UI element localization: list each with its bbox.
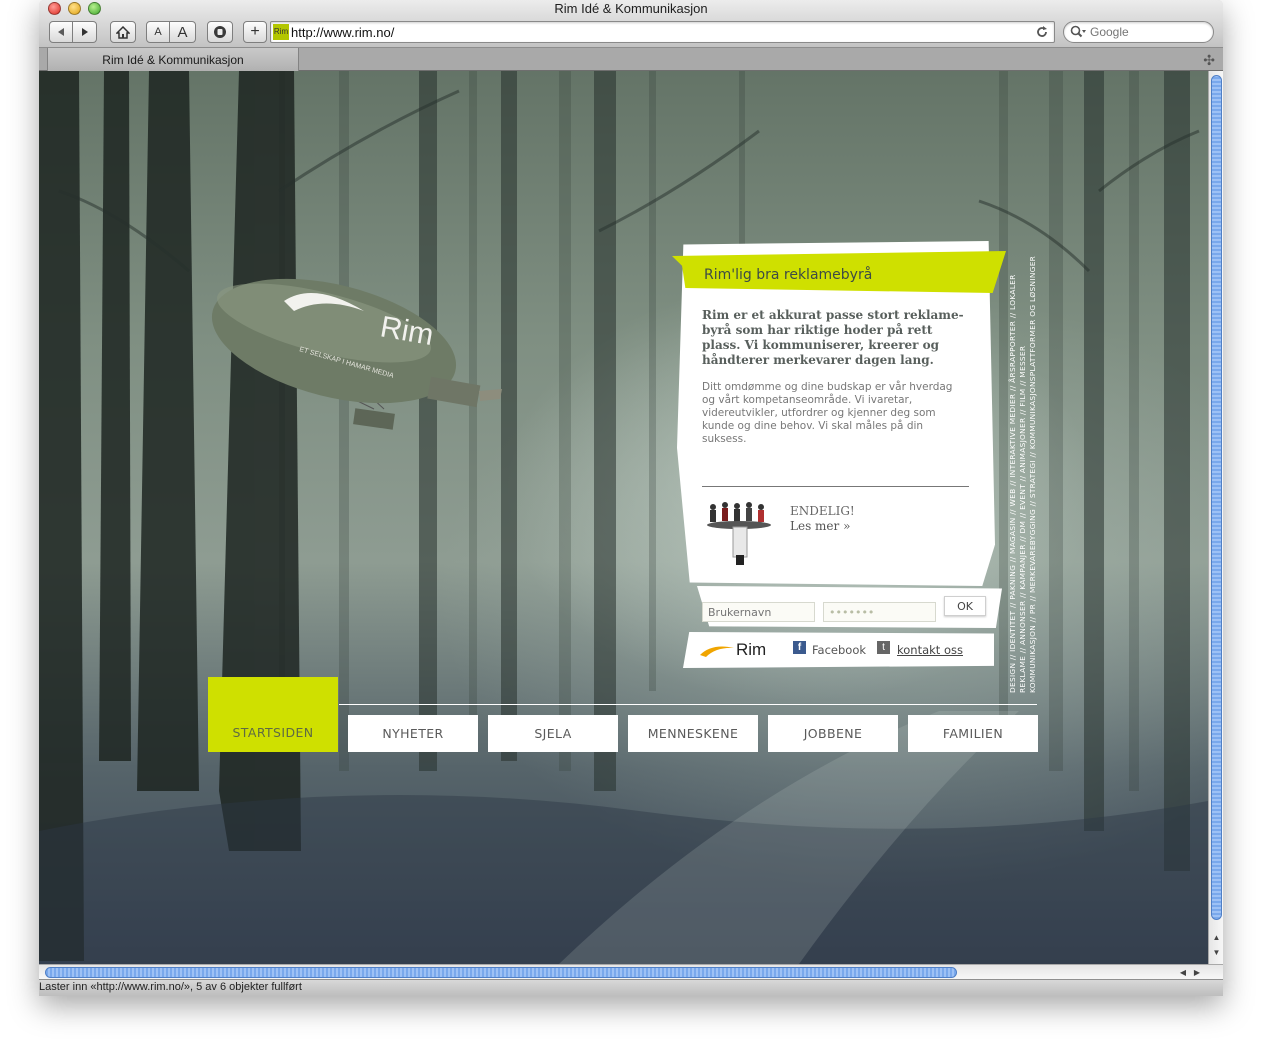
forward-arrow-icon bbox=[81, 28, 88, 36]
stop-icon bbox=[214, 26, 226, 38]
window-title: Rim Idé & Kommunikasjon bbox=[554, 1, 708, 16]
scroll-down-icon[interactable]: ▼ bbox=[1211, 948, 1222, 958]
add-bookmark-button[interactable]: + bbox=[243, 21, 267, 43]
text-bigger-button[interactable]: A bbox=[170, 21, 196, 43]
services-line-1: DESIGN // IDENTITET // PAKNING // MAGASI… bbox=[1008, 274, 1017, 693]
horizontal-scroll-thumb[interactable] bbox=[45, 967, 957, 978]
vertical-scroll-thumb[interactable] bbox=[1211, 75, 1222, 920]
scroll-right-icon[interactable]: ▶ bbox=[1191, 967, 1203, 978]
contact-link[interactable]: kontakt oss bbox=[897, 643, 963, 657]
facebook-link[interactable]: Facebook bbox=[812, 643, 866, 657]
back-button[interactable] bbox=[49, 21, 73, 43]
body-text: Ditt omdømme og dine budskap er vår hver… bbox=[702, 381, 953, 445]
tab-strip: Rim Idé & Kommunikasjon ✣ bbox=[39, 48, 1223, 71]
contact-icon[interactable]: t bbox=[877, 641, 890, 654]
address-bar[interactable]: Rim http://www.rim.no/ bbox=[270, 21, 1055, 43]
status-text: Laster inn «http://www.rim.no/», 5 av 6 … bbox=[39, 981, 302, 993]
site-favicon: Rim bbox=[273, 24, 289, 40]
vertical-scrollbar[interactable]: ▲ ▼ bbox=[1208, 71, 1223, 964]
search-input[interactable] bbox=[1090, 25, 1200, 39]
card-title: Rim'lig bra reklamebyrå bbox=[704, 267, 873, 283]
url-text[interactable]: http://www.rim.no/ bbox=[291, 25, 394, 40]
status-bar: Laster inn «http://www.rim.no/», 5 av 6 … bbox=[39, 979, 1223, 996]
password-input[interactable] bbox=[823, 602, 936, 622]
home-button[interactable] bbox=[110, 21, 136, 43]
tab-rim[interactable]: Rim Idé & Kommunikasjon bbox=[47, 48, 299, 71]
home-icon bbox=[116, 25, 130, 39]
rim-logo[interactable]: Rim bbox=[700, 639, 770, 659]
nav-startsiden[interactable]: STARTSIDEN bbox=[208, 677, 338, 752]
teaser-image[interactable] bbox=[703, 497, 775, 565]
nav-nyheter[interactable]: NYHETER bbox=[348, 715, 478, 752]
forward-button[interactable] bbox=[73, 21, 97, 43]
username-input[interactable] bbox=[702, 602, 815, 622]
nav-sjela[interactable]: SJELA bbox=[488, 715, 618, 752]
nav-divider bbox=[339, 704, 1037, 705]
intro-text: Rim er et akkurat passe stort reklame-by… bbox=[702, 308, 964, 367]
nav-jobbene[interactable]: JOBBENE bbox=[768, 715, 898, 752]
stop-button[interactable] bbox=[207, 21, 233, 43]
scroll-up-icon[interactable]: ▲ bbox=[1211, 933, 1222, 943]
services-line-2: REKLAME // ANNONSER // KAMPANJER // DM /… bbox=[1018, 345, 1027, 693]
reload-icon[interactable] bbox=[1034, 24, 1050, 40]
login-ok-button[interactable]: OK bbox=[944, 596, 986, 616]
read-more-link[interactable]: Les mer » bbox=[790, 519, 850, 533]
teaser-title: ENDELIG! bbox=[790, 504, 855, 518]
services-vertical-text: DESIGN // IDENTITET // PAKNING // MAGASI… bbox=[1008, 173, 1038, 693]
browser-window: Rim Idé & Kommunikasjon A A + Rim http:/… bbox=[39, 0, 1223, 996]
scroll-left-icon[interactable]: ◀ bbox=[1177, 967, 1189, 978]
titlebar: Rim Idé & Kommunikasjon A A + Rim http:/… bbox=[39, 0, 1223, 48]
search-field[interactable] bbox=[1063, 21, 1214, 43]
back-arrow-icon bbox=[58, 28, 64, 36]
search-icon bbox=[1070, 25, 1086, 38]
nav-menneskene[interactable]: MENNESKENE bbox=[628, 715, 758, 752]
new-tab-icon[interactable]: ✣ bbox=[1203, 52, 1215, 69]
blimp-illustration: Rim ET SELSKAP I HAMAR MEDIA bbox=[211, 278, 502, 430]
services-line-3: KOMMUNIKASJON // PR // MERKEVAREBYGGING … bbox=[1028, 255, 1037, 693]
facebook-icon[interactable]: f bbox=[793, 641, 806, 654]
divider bbox=[702, 486, 969, 487]
svg-text:Rim: Rim bbox=[736, 640, 766, 659]
text-smaller-button[interactable]: A bbox=[146, 21, 170, 43]
horizontal-scrollbar[interactable]: ◀ ▶ bbox=[39, 964, 1223, 979]
nav-familien[interactable]: FAMILIEN bbox=[908, 715, 1038, 752]
page-viewport: Rim ET SELSKAP I HAMAR MEDIA Rim'lig bra… bbox=[39, 71, 1208, 964]
